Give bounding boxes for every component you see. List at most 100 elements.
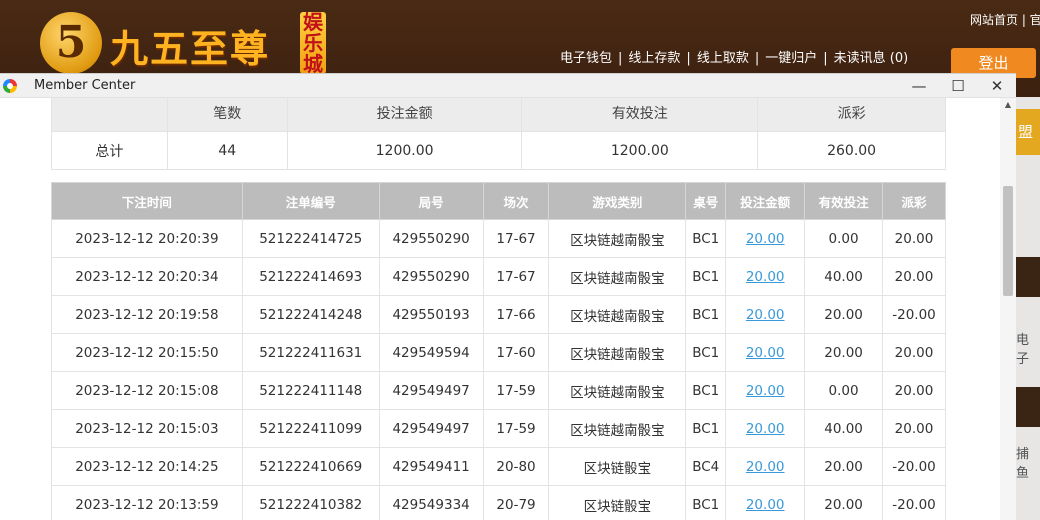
cell-time: 2023-12-12 20:15:50 [51, 333, 243, 372]
cell-valid: 40.00 [804, 409, 884, 448]
cell-round: 429550290 [378, 257, 484, 296]
minimize-button[interactable]: — [900, 74, 938, 98]
cell-valid: 20.00 [804, 485, 884, 520]
nav-consolidate[interactable]: 一键归户 [765, 51, 817, 66]
cell-round: 429550193 [378, 295, 484, 334]
cell-table: BC1 [685, 409, 727, 448]
cell-game: 区块链越南骰宝 [548, 295, 687, 334]
table-row: 2023-12-12 20:15:50 521222411631 429549594… [51, 333, 946, 372]
bet-amount-link[interactable]: 20.00 [746, 307, 785, 323]
window-content: 笔数 投注金额 有效投注 派彩 总计 44 1200.00 1200.00 26… [0, 98, 1016, 520]
cell-game: 区块链越南骰宝 [548, 333, 687, 372]
bet-amount-link[interactable]: 20.00 [746, 459, 785, 475]
summary-header-valid: 有效投注 [521, 98, 759, 132]
table-row: 2023-12-12 20:19:58 521222414248 429550193… [51, 295, 946, 334]
cell-bet: 20.00 [725, 409, 806, 448]
cell-id: 521222411631 [241, 333, 380, 372]
cell-table: BC1 [685, 257, 727, 296]
logo-emblem: 5 [40, 12, 102, 74]
scroll-up-icon[interactable]: ▲ [1000, 100, 1016, 112]
col-header-id: 注单编号 [241, 182, 380, 220]
cell-session: 17-67 [482, 219, 550, 258]
cell-time: 2023-12-12 20:20:34 [51, 257, 243, 296]
account-nav: 电子钱包 | 线上存款 | 线上取款 | 一键归户 | 未读讯息 (0) [560, 51, 909, 66]
cell-game: 区块链越南骰宝 [548, 371, 687, 410]
cell-payout: 20.00 [882, 333, 946, 372]
summary-row: 总计 44 1200.00 1200.00 260.00 [51, 131, 946, 170]
cell-table: BC1 [685, 371, 727, 410]
cell-valid: 20.00 [804, 447, 884, 486]
table-row: 2023-12-12 20:20:39 521222414725 429550290… [51, 219, 946, 258]
side-label-electronic: 电子 [1016, 333, 1030, 367]
cell-valid: 40.00 [804, 257, 884, 296]
summary-valid: 1200.00 [521, 131, 759, 170]
cell-round: 429549334 [378, 485, 484, 520]
nav-messages[interactable]: 未读讯息 (0) [834, 51, 909, 66]
bet-amount-link[interactable]: 20.00 [746, 345, 785, 361]
cell-bet: 20.00 [725, 295, 806, 334]
cell-id: 521222410382 [241, 485, 380, 520]
cell-table: BC1 [685, 485, 727, 520]
maximize-button[interactable]: ☐ [939, 74, 977, 98]
cell-id: 521222414248 [241, 295, 380, 334]
col-header-round: 局号 [378, 182, 484, 220]
col-header-payout: 派彩 [882, 182, 946, 220]
bet-amount-link[interactable]: 20.00 [746, 269, 785, 285]
side-menu: 盟 电子 捕鱼 [1016, 97, 1040, 520]
cell-time: 2023-12-12 20:15:08 [51, 371, 243, 410]
cell-valid: 0.00 [804, 219, 884, 258]
bet-amount-link[interactable]: 20.00 [746, 383, 785, 399]
nav-deposit[interactable]: 线上存款 [628, 51, 680, 66]
home-link[interactable]: 网站首页 | 官 [970, 11, 1040, 28]
col-header-bet: 投注金额 [725, 182, 806, 220]
side-tab[interactable]: 盟 [1016, 109, 1040, 155]
vertical-scrollbar[interactable]: ▲ [1000, 98, 1016, 520]
col-header-table: 桌号 [685, 182, 727, 220]
bet-amount-link[interactable]: 20.00 [746, 421, 785, 437]
cell-session: 20-80 [482, 447, 550, 486]
cell-valid: 0.00 [804, 371, 884, 410]
bet-header-row: 下注时间 注单编号 局号 场次 游戏类别 桌号 投注金额 有效投注 派彩 [51, 182, 946, 220]
cell-payout: 20.00 [882, 371, 946, 410]
col-header-valid: 有效投注 [804, 182, 884, 220]
cell-session: 17-60 [482, 333, 550, 372]
bet-amount-link[interactable]: 20.00 [746, 231, 785, 247]
window-title: Member Center [34, 78, 136, 93]
cell-payout: 20.00 [882, 257, 946, 296]
cell-id: 521222414693 [241, 257, 380, 296]
summary-payout: 260.00 [757, 131, 946, 170]
fish-icon[interactable] [1016, 387, 1040, 427]
cell-valid: 20.00 [804, 333, 884, 372]
window-titlebar[interactable]: Member Center — ☐ ✕ [0, 74, 1016, 98]
cell-session: 20-79 [482, 485, 550, 520]
cell-bet: 20.00 [725, 447, 806, 486]
cell-bet: 20.00 [725, 371, 806, 410]
side-label-fishing: 捕鱼 [1016, 447, 1030, 481]
cell-game: 区块链越南骰宝 [548, 257, 687, 296]
cell-table: BC1 [685, 219, 727, 258]
bet-amount-link[interactable]: 20.00 [746, 497, 785, 513]
cell-id: 521222411099 [241, 409, 380, 448]
scroll-thumb[interactable] [1003, 186, 1013, 296]
col-header-game: 游戏类别 [548, 182, 687, 220]
nav-wallet[interactable]: 电子钱包 [560, 51, 612, 66]
slot-machine-icon[interactable] [1016, 257, 1040, 297]
nav-withdraw[interactable]: 线上取款 [697, 51, 749, 66]
cell-payout: 20.00 [882, 409, 946, 448]
cell-id: 521222414725 [241, 219, 380, 258]
summary-header-blank [51, 98, 168, 132]
cell-id: 521222411148 [241, 371, 380, 410]
cell-session: 17-59 [482, 409, 550, 448]
member-center-window: Member Center — ☐ ✕ 笔数 投注金额 有效投注 派彩 总计 4… [0, 73, 1016, 520]
cell-round: 429550290 [378, 219, 484, 258]
summary-bet: 1200.00 [286, 131, 523, 170]
cell-table: BC4 [685, 447, 727, 486]
cell-payout: 20.00 [882, 219, 946, 258]
cell-session: 17-66 [482, 295, 550, 334]
close-button[interactable]: ✕ [978, 74, 1016, 98]
logo-text: 九五至尊 [110, 26, 271, 71]
cell-game: 区块链越南骰宝 [548, 409, 687, 448]
summary-label: 总计 [51, 131, 168, 170]
cell-table: BC1 [685, 333, 727, 372]
cell-game: 区块链越南骰宝 [548, 219, 687, 258]
